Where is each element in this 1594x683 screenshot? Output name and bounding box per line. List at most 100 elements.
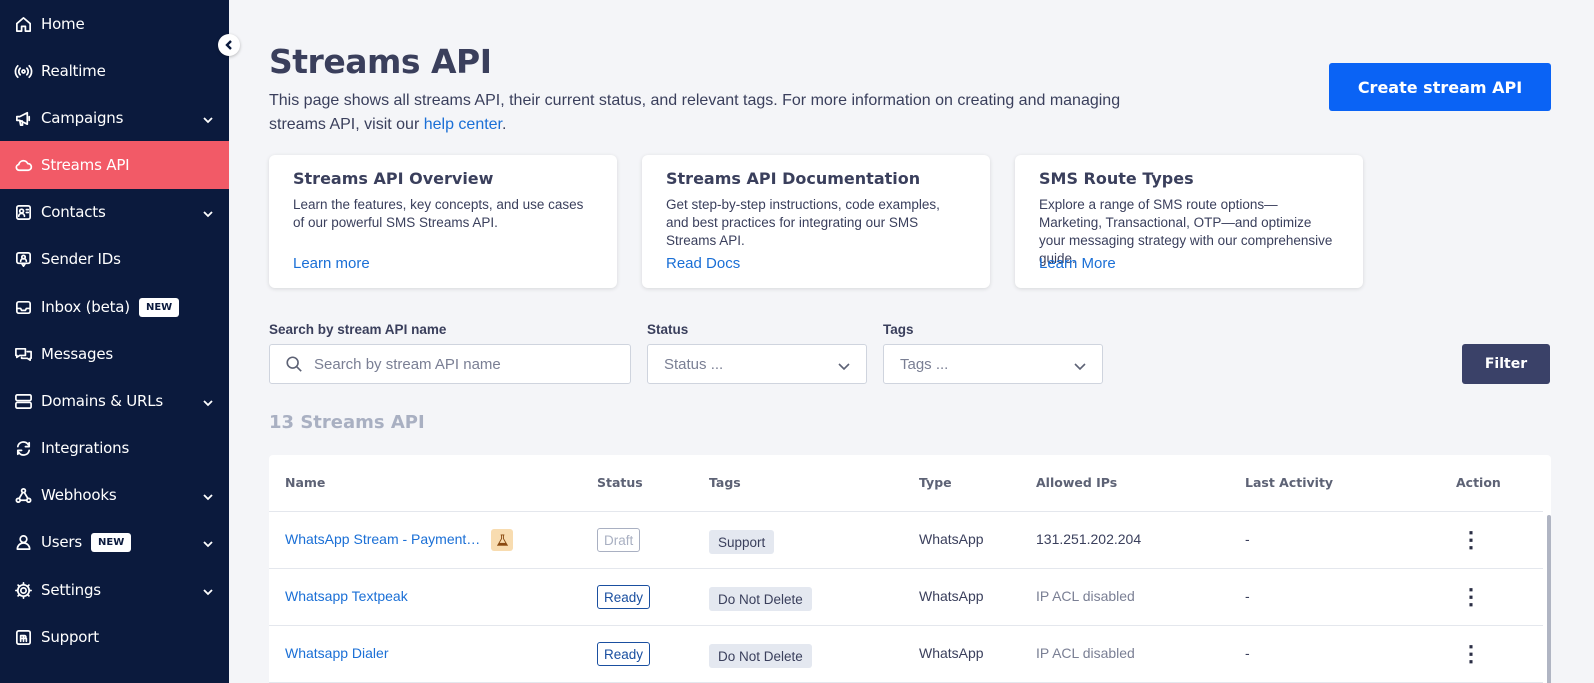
read-docs-link[interactable]: Read Docs [666, 255, 740, 272]
sidebar-item-label: Inbox (beta) [41, 298, 130, 316]
tag-chip: Do Not Delete [709, 644, 812, 668]
stream-type: WhatsApp [919, 645, 984, 661]
status-badge: Ready [597, 585, 651, 609]
tags-placeholder: Tags ... [900, 355, 949, 373]
streams-table: Name Status Tags Type Allowed IPs Last A… [269, 455, 1551, 683]
main-content: Streams API This page shows all streams … [229, 0, 1594, 683]
column-header-action: Action [1456, 475, 1501, 490]
sidebar-item-label: Users [41, 533, 83, 551]
sidebar-item-label: Home [41, 15, 85, 33]
sidebar-item-home[interactable]: Home [0, 0, 229, 48]
broadcast-icon [14, 62, 33, 81]
sidebar-item-realtime[interactable]: Realtime [0, 47, 229, 95]
allowed-ips: IP ACL disabled [1036, 588, 1135, 604]
allowed-ips: IP ACL disabled [1036, 645, 1135, 661]
chevron-left-icon [225, 40, 232, 50]
chevron-down-icon [203, 395, 213, 407]
sidebar-collapse-button[interactable] [218, 34, 240, 56]
tags-select[interactable]: Tags ... [883, 344, 1103, 384]
sidebar-item-campaigns[interactable]: Campaigns [0, 94, 229, 142]
table-scrollbar[interactable] [1547, 515, 1551, 683]
row-actions-button[interactable]: ⋮ [1459, 528, 1483, 552]
filter-button[interactable]: Filter [1462, 344, 1550, 384]
sidebar-item-label: Settings [41, 581, 101, 599]
sidebar-item-settings[interactable]: Settings [0, 566, 229, 614]
learn-more-link[interactable]: Learn more [293, 255, 370, 272]
tag-chip: Do Not Delete [709, 587, 812, 611]
sidebar-item-domains-urls[interactable]: Domains & URLs [0, 377, 229, 425]
last-activity: - [1245, 588, 1250, 604]
status-select[interactable]: Status ... [647, 344, 867, 384]
help-center-link[interactable]: help center [424, 116, 502, 133]
webhook-icon [14, 486, 33, 505]
stream-name-link[interactable]: Whatsapp Dialer [285, 645, 389, 661]
sidebar-item-label: Webhooks [41, 486, 117, 504]
search-field[interactable] [269, 344, 631, 384]
card-title: Streams API Overview [293, 169, 494, 188]
column-header-name: Name [285, 475, 326, 490]
kebab-menu-icon: ⋮ [1460, 527, 1482, 552]
search-input[interactable] [314, 355, 630, 373]
sidebar-item-support[interactable]: Support [0, 613, 229, 661]
stream-name-link[interactable]: WhatsApp Stream - Payment Su… [285, 531, 483, 547]
chevron-down-icon [203, 112, 213, 124]
streams-count: 13 Streams API [269, 412, 425, 433]
sidebar-item-label: Contacts [41, 203, 106, 221]
sidebar-item-contacts[interactable]: Contacts [0, 188, 229, 236]
chevron-down-icon [203, 584, 213, 596]
stream-type: WhatsApp [919, 588, 984, 604]
sync-icon [14, 439, 33, 458]
status-badge: Draft [597, 528, 641, 552]
chevron-down-icon [203, 536, 213, 548]
table-row: WhatsApp Stream - Payment Su… Draft Supp… [269, 512, 1543, 569]
sidebar-item-label: Sender IDs [41, 250, 121, 268]
table-row: Whatsapp Dialer Ready Do Not Delete What… [269, 626, 1543, 683]
stream-type: WhatsApp [919, 531, 984, 547]
gear-icon [14, 581, 33, 600]
sidebar-item-integrations[interactable]: Integrations [0, 424, 229, 472]
create-stream-api-button[interactable]: Create stream API [1329, 63, 1551, 111]
allowed-ips: 131.251.202.204 [1036, 531, 1142, 547]
tags-label: Tags [883, 322, 914, 337]
info-card-route-types: SMS Route Types Explore a range of SMS r… [1015, 155, 1363, 288]
status-placeholder: Status ... [664, 355, 724, 373]
card-description: Learn the features, key concepts, and us… [293, 197, 584, 230]
chevron-down-icon [203, 206, 213, 218]
last-activity: - [1245, 531, 1250, 547]
inbox-icon [14, 298, 33, 317]
user-icon [14, 533, 33, 552]
support-icon [14, 628, 33, 647]
column-header-last-activity: Last Activity [1245, 475, 1334, 490]
sidebar-item-webhooks[interactable]: Webhooks [0, 471, 229, 519]
contact-card-icon [14, 203, 33, 222]
new-badge: NEW [138, 297, 180, 317]
table-header: Name Status Tags Type Allowed IPs Last A… [269, 455, 1543, 512]
row-actions-button[interactable]: ⋮ [1459, 585, 1483, 609]
card-description: Get step-by-step instructions, code exam… [666, 197, 940, 248]
messages-icon [14, 345, 33, 364]
column-header-tags: Tags [709, 475, 741, 490]
status-badge: Ready [597, 642, 651, 666]
search-icon [285, 355, 303, 373]
sidebar-item-streams-api[interactable]: Streams API [0, 141, 229, 189]
sidebar-item-messages[interactable]: Messages [0, 330, 229, 378]
sidebar-item-inbox[interactable]: Inbox (beta) NEW [0, 283, 229, 331]
card-title: Streams API Documentation [666, 169, 921, 188]
column-header-type: Type [919, 475, 952, 490]
chevron-down-icon [1074, 359, 1086, 371]
home-icon [14, 15, 33, 34]
card-title: SMS Route Types [1039, 169, 1194, 188]
kebab-menu-icon: ⋮ [1460, 584, 1482, 609]
page-description: This page shows all streams API, their c… [269, 89, 1169, 137]
sidebar-item-sender-ids[interactable]: Sender IDs [0, 235, 229, 283]
sidebar-item-label: Integrations [41, 439, 130, 457]
sidebar-item-label: Realtime [41, 62, 106, 80]
sidebar-item-users[interactable]: Users NEW [0, 518, 229, 566]
learn-more-link[interactable]: Learn More [1039, 255, 1116, 272]
stream-name-link[interactable]: Whatsapp Textpeak [285, 588, 408, 604]
row-actions-button[interactable]: ⋮ [1459, 642, 1483, 666]
cloud-icon [14, 156, 33, 175]
sidebar: Home Realtime Campaigns Streams API Cont… [0, 0, 229, 683]
tag-chip: Support [709, 530, 775, 554]
sender-id-icon [14, 250, 33, 269]
